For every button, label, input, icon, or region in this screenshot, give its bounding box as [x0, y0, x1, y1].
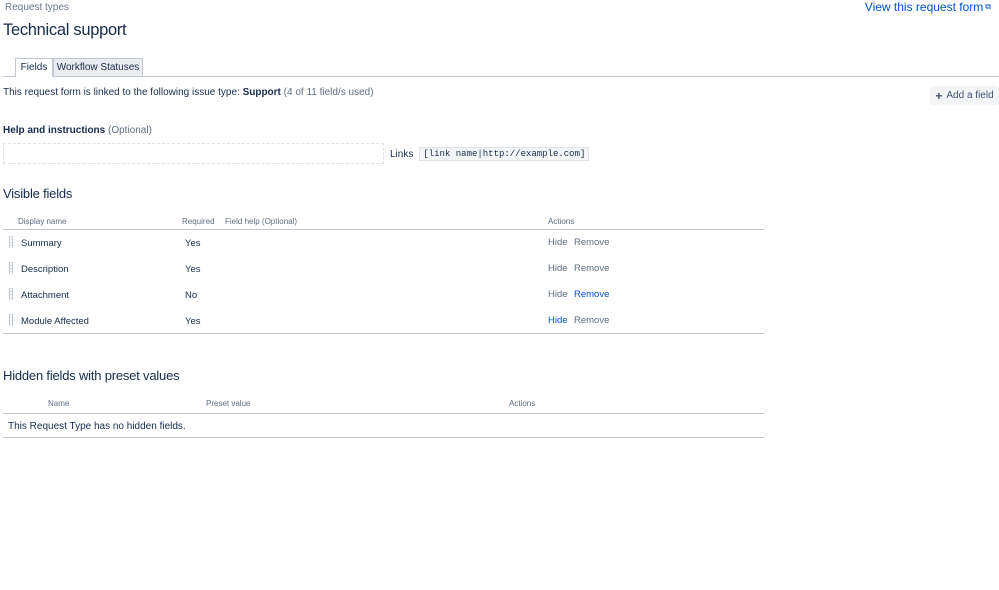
tab-fields[interactable]: Fields	[15, 58, 53, 77]
links-syntax: [link name|http://example.com]	[419, 147, 590, 161]
links-hint: Links [link name|http://example.com]	[390, 147, 590, 161]
help-optional-text: (Optional)	[108, 125, 152, 136]
col-required: Required	[182, 217, 215, 226]
remove-button[interactable]: Remove	[574, 263, 609, 274]
empty-message: This Request Type has no hidden fields.	[8, 421, 186, 432]
remove-button[interactable]: Remove	[574, 315, 609, 326]
table-row: Description Yes Hide Remove	[3, 256, 764, 282]
hide-button[interactable]: Hide	[548, 315, 568, 326]
hide-button[interactable]: Hide	[548, 289, 568, 300]
visible-fields-table: Display name Required Field help (Option…	[3, 214, 764, 334]
issue-type-name: Support	[242, 87, 281, 98]
field-name: Module Affected	[21, 316, 89, 327]
drag-handle-icon[interactable]	[9, 236, 13, 248]
hide-button[interactable]: Hide	[548, 263, 568, 274]
linked-prefix: This request form is linked to the follo…	[3, 87, 240, 98]
field-required: Yes	[185, 238, 201, 249]
col-name: Name	[48, 399, 70, 408]
empty-hidden-fields-row: This Request Type has no hidden fields.	[3, 414, 764, 438]
table-row: Module Affected Yes Hide Remove	[3, 308, 764, 334]
visible-fields-header: Display name Required Field help (Option…	[3, 214, 764, 230]
field-required: No	[185, 290, 198, 301]
external-link-icon: ⧉	[985, 2, 991, 11]
col-field-help: Field help (Optional)	[225, 217, 298, 226]
col-display-name: Display name	[18, 217, 67, 226]
help-instructions-input[interactable]	[3, 143, 384, 164]
links-label: Links	[390, 148, 414, 160]
remove-button[interactable]: Remove	[574, 237, 609, 248]
table-row: Attachment No Hide Remove	[3, 282, 764, 308]
drag-handle-icon[interactable]	[9, 262, 13, 274]
add-field-button[interactable]: + Add a field	[930, 86, 999, 105]
field-usage-count: (4 of 11 field/s used)	[283, 87, 374, 98]
field-name: Summary	[21, 238, 62, 249]
remove-button[interactable]: Remove	[574, 289, 609, 300]
hidden-fields-header: Name Preset value Actions	[3, 396, 764, 414]
field-name: Description	[21, 264, 69, 275]
table-row: Summary Yes Hide Remove	[3, 230, 764, 256]
col-preset-value: Preset value	[206, 399, 251, 408]
visible-fields-title: Visible fields	[3, 186, 73, 201]
hidden-fields-table: Name Preset value Actions This Request T…	[3, 396, 764, 438]
col-actions: Actions	[509, 399, 536, 408]
help-label-text: Help and instructions	[3, 125, 106, 136]
tab-bar: Fields Workflow Statuses	[3, 58, 999, 77]
drag-handle-icon[interactable]	[9, 314, 13, 326]
field-required: Yes	[185, 316, 201, 327]
field-required: Yes	[185, 264, 201, 275]
linked-issue-type-text: This request form is linked to the follo…	[3, 87, 374, 98]
help-instructions-label: Help and instructions (Optional)	[3, 125, 152, 136]
plus-icon: +	[935, 88, 943, 103]
add-field-label: Add a field	[946, 90, 994, 101]
hide-button[interactable]: Hide	[548, 237, 568, 248]
drag-handle-icon[interactable]	[9, 288, 13, 300]
hidden-fields-title: Hidden fields with preset values	[3, 368, 180, 383]
tab-workflow-statuses[interactable]: Workflow Statuses	[53, 58, 143, 76]
breadcrumb-request-types[interactable]: Request types	[5, 2, 69, 13]
view-request-form-link[interactable]: View this request form ⧉	[865, 0, 991, 14]
col-actions: Actions	[548, 217, 575, 226]
view-request-form-label: View this request form	[864, 0, 984, 14]
page-title: Technical support	[3, 21, 127, 39]
field-name: Attachment	[21, 290, 70, 301]
